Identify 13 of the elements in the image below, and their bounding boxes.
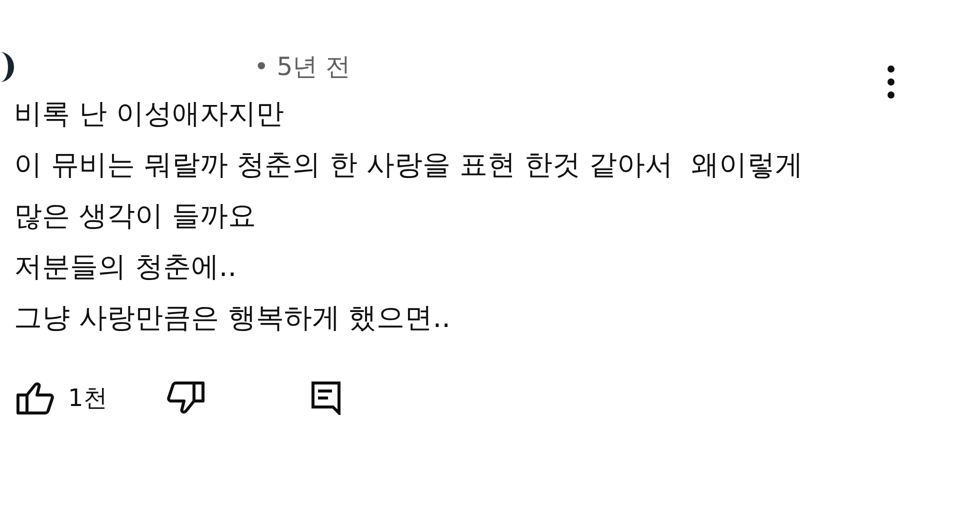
thumbs-down-icon [165,381,206,415]
comment-text-line: 많은 생각이 들까요 [14,198,257,234]
comment-text-line: 저분들의 청춘에.. [14,249,238,285]
like-button[interactable]: 1천 [16,381,108,415]
reply-icon [311,381,342,415]
comment-text-line: 이 뮤비는 뭐랄까 청춘의 한 사랑을 표현 한것 같아서 왜이렇게 [14,147,804,183]
more-icon [887,65,895,99]
reply-button[interactable] [311,381,342,415]
dislike-button[interactable] [165,381,206,415]
comment-text-line: 그냥 사랑만큼은 행복하게 했으면.. [14,300,452,336]
comment-text-line: 비록 난 이성애자지만 [14,96,285,132]
thumbs-up-icon [16,381,56,415]
comment-time: • 5년 전 [254,50,351,82]
